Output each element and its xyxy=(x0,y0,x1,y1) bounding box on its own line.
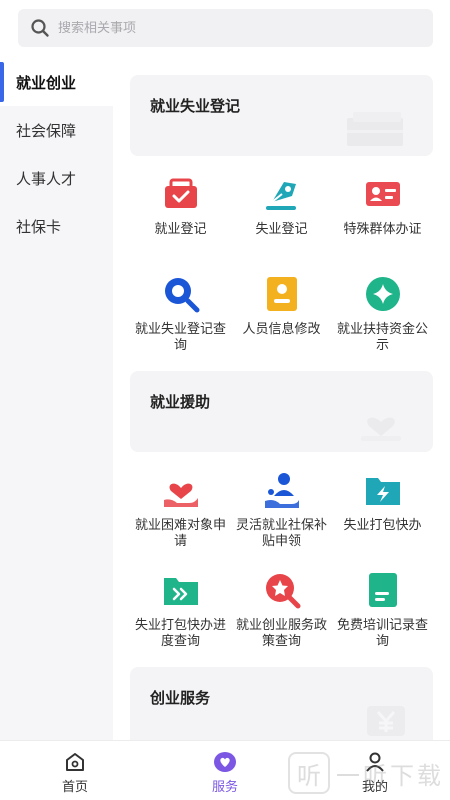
tile-registration-query[interactable]: 就业失业登记查询 xyxy=(130,256,231,356)
tile-label: 灵活就业社保补贴申领 xyxy=(235,518,327,549)
magnifier-icon xyxy=(164,278,199,313)
watermark: 听 一听下载 xyxy=(288,752,444,794)
sidebar-item-label: 社会保障 xyxy=(16,121,77,140)
watermark-text: 一听下载 xyxy=(336,761,444,790)
tab-home[interactable]: 首页 xyxy=(0,741,150,800)
bolt-folder-icon xyxy=(365,478,400,505)
tile-label: 人员信息修改 xyxy=(242,322,321,337)
tile-label: 就业创业服务政策查询 xyxy=(235,618,327,649)
tile-grid-assistance: 就业困难对象申请 灵活就业社保补贴申领 失业打包快办 失业打包快办进度查询 就业… xyxy=(130,452,433,652)
tile-label: 失业打包快办进度查询 xyxy=(134,618,226,649)
tile-employment-register[interactable]: 就业登记 xyxy=(130,156,231,256)
heart-service-icon xyxy=(214,752,236,772)
diamond-badge-icon xyxy=(365,277,400,311)
tile-policy-query[interactable]: 就业创业服务政策查询 xyxy=(231,552,332,652)
tile-label: 失业打包快办 xyxy=(343,518,422,533)
tile-special-group-card[interactable]: 特殊群体办证 xyxy=(332,156,433,256)
arrow-folder-icon xyxy=(163,578,198,605)
briefcase-decor-icon xyxy=(347,112,403,146)
tile-grid-registration: 就业登记 失业登记 特殊群体办证 就业失业登记查询 人员信息修改 就业扶持资金公… xyxy=(130,156,433,356)
tile-label: 失业登记 xyxy=(255,222,308,237)
tile-label: 就业登记 xyxy=(154,222,207,237)
search-bar xyxy=(0,0,450,58)
tile-support-fund-notice[interactable]: 就业扶持资金公示 xyxy=(332,256,433,356)
star-search-icon xyxy=(265,574,300,609)
tile-label: 免费培训记录查询 xyxy=(336,618,428,649)
document-icon xyxy=(368,573,397,607)
tile-training-record-query[interactable]: 免费培训记录查询 xyxy=(332,552,433,652)
tab-label: 首页 xyxy=(61,780,88,795)
section-banner-registration: 就业失业登记 xyxy=(130,75,433,156)
tab-label: 服务 xyxy=(211,780,238,795)
sidebar-item-social-security[interactable]: 社会保障 xyxy=(0,106,113,154)
tile-label: 就业失业登记查询 xyxy=(134,322,226,353)
section-title: 就业失业登记 xyxy=(150,97,241,115)
person-hand-icon xyxy=(264,473,299,508)
sidebar-item-label: 人事人才 xyxy=(16,169,77,188)
tile-flexible-subsidy[interactable]: 灵活就业社保补贴申领 xyxy=(231,452,332,552)
heart-hand-decor-icon xyxy=(361,417,401,441)
section-banner-entrepreneurship: 创业服务 xyxy=(130,667,433,740)
sidebar-item-personnel[interactable]: 人事人才 xyxy=(0,154,113,202)
section-banner-assistance: 就业援助 xyxy=(130,371,433,452)
tile-label: 就业困难对象申请 xyxy=(134,518,226,549)
category-sidebar: 就业创业 社会保障 人事人才 社保卡 xyxy=(0,58,113,740)
sidebar-item-label: 就业创业 xyxy=(16,73,77,92)
heart-hand-icon xyxy=(163,483,198,507)
search-input[interactable] xyxy=(58,20,388,36)
tile-hardship-application[interactable]: 就业困难对象申请 xyxy=(130,452,231,552)
tab-service[interactable]: 服务 xyxy=(150,741,300,800)
sidebar-item-employment[interactable]: 就业创业 xyxy=(0,58,113,106)
tile-unemployment-quick[interactable]: 失业打包快办 xyxy=(332,452,433,552)
watermark-logo: 听 xyxy=(288,752,330,794)
sidebar-item-social-card[interactable]: 社保卡 xyxy=(0,202,113,250)
home-icon xyxy=(66,753,84,771)
briefcase-icon xyxy=(164,178,197,208)
tile-label: 特殊群体办证 xyxy=(343,222,422,237)
pen-nib-icon xyxy=(265,182,296,210)
section-title: 就业援助 xyxy=(150,393,211,411)
search-box[interactable] xyxy=(18,9,433,47)
search-icon xyxy=(31,19,49,37)
section-title: 创业服务 xyxy=(150,689,211,707)
service-content: 就业失业登记 就业登记 失业登记 特殊群体办证 就业失业登记查询 人员信息修改 … xyxy=(113,58,450,740)
person-card-icon xyxy=(266,277,297,311)
yuan-decor-icon xyxy=(367,706,405,736)
id-card-icon xyxy=(365,182,400,206)
tile-label: 就业扶持资金公示 xyxy=(336,322,428,353)
sidebar-item-label: 社保卡 xyxy=(16,217,62,236)
tile-quick-progress-query[interactable]: 失业打包快办进度查询 xyxy=(130,552,231,652)
tile-unemployment-register[interactable]: 失业登记 xyxy=(231,156,332,256)
tile-personnel-info-edit[interactable]: 人员信息修改 xyxy=(231,256,332,356)
